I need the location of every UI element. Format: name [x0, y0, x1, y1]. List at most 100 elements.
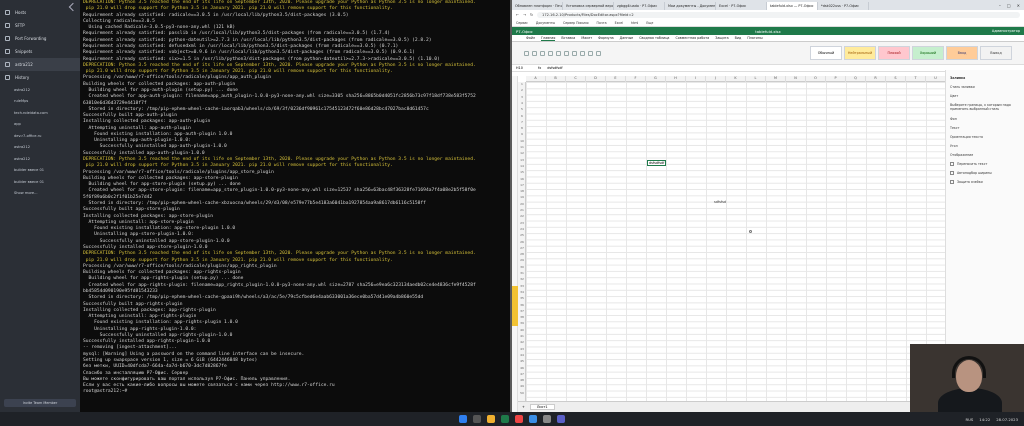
style-neutral[interactable]: Нейтральный: [844, 46, 876, 60]
bold-icon[interactable]: [540, 50, 545, 56]
row-header[interactable]: 49: [518, 384, 526, 388]
bookmark[interactable]: html: [631, 21, 638, 25]
row-header[interactable]: 2: [518, 88, 526, 92]
bookmark[interactable]: Почта: [597, 21, 607, 25]
row-header[interactable]: 1: [518, 82, 526, 86]
row-header[interactable]: 34: [518, 290, 526, 294]
sort-icon[interactable]: [596, 50, 601, 56]
row-header[interactable]: 41: [518, 334, 526, 338]
start-icon[interactable]: [459, 415, 467, 423]
sidebar-item-snippets[interactable]: Snippets: [0, 45, 80, 58]
row-header[interactable]: 22: [518, 214, 526, 218]
history-item[interactable]: tech.roleidata.com: [0, 107, 80, 119]
row-header[interactable]: 39: [518, 321, 526, 325]
sidebar-item-port-forwarding[interactable]: Port Forwarding: [0, 32, 80, 45]
row-header[interactable]: 21: [518, 208, 526, 212]
row-header[interactable]: 33: [518, 284, 526, 288]
protect-cell-option[interactable]: Защита ячейки: [950, 177, 1020, 186]
add-sheet-icon[interactable]: +: [522, 405, 525, 409]
tab-home[interactable]: Главная: [541, 36, 556, 41]
row-header[interactable]: 24: [518, 227, 526, 231]
sidebar-item-active-host[interactable]: astra212: [0, 58, 80, 71]
paste-icon[interactable]: [532, 50, 537, 56]
app-icon[interactable]: [543, 415, 551, 423]
bookmark[interactable]: Сервер Письмо: [563, 21, 589, 25]
url-input[interactable]: 172.16.2.10/Products/Files/DocEditor.asp…: [537, 11, 1020, 18]
row-header[interactable]: 16: [518, 177, 526, 181]
browser-tab[interactable]: Установка серверной верси: [563, 2, 614, 10]
history-item[interactable]: astra212: [0, 153, 80, 165]
row-header[interactable]: 35: [518, 296, 526, 300]
row-header[interactable]: 45: [518, 359, 526, 363]
row-header[interactable]: 10: [518, 139, 526, 143]
checkbox[interactable]: [950, 161, 954, 166]
italic-icon[interactable]: [548, 50, 553, 56]
browser-tab[interactable]: *dsk022uss · Р7-Офис: [818, 2, 869, 10]
row-header[interactable]: 31: [518, 271, 526, 275]
tab-data[interactable]: Данные: [620, 36, 634, 40]
clock-time[interactable]: 14:22: [979, 417, 990, 422]
browser-tab[interactable]: Мои документы - Документы: [665, 2, 716, 10]
tab-view[interactable]: Вид: [735, 36, 742, 40]
maximize-icon[interactable]: □: [1007, 3, 1011, 8]
style-input[interactable]: Ввод: [946, 46, 978, 60]
row-header[interactable]: 12: [518, 151, 526, 155]
cell-reference[interactable]: H10: [516, 66, 532, 70]
tab-pivot[interactable]: Сводная таблица: [639, 36, 669, 40]
history-item[interactable]: astra212: [0, 84, 80, 96]
row-header[interactable]: 26: [518, 240, 526, 244]
row-header[interactable]: 14: [518, 164, 526, 168]
row-header[interactable]: 11: [518, 145, 526, 149]
row-header[interactable]: 48: [518, 378, 526, 382]
wrap-text-option[interactable]: Переносить текст: [950, 159, 1020, 168]
row-header[interactable]: 6: [518, 114, 526, 118]
style-normal[interactable]: Обычный: [810, 46, 842, 60]
history-item[interactable]: app: [0, 119, 80, 131]
row-header[interactable]: 43: [518, 347, 526, 351]
tab-plugins[interactable]: Плагины: [747, 36, 762, 40]
tab-collaboration[interactable]: Совместная работа: [675, 36, 709, 40]
history-item[interactable]: astra212: [0, 142, 80, 154]
forward-icon[interactable]: →: [523, 13, 526, 17]
row-header[interactable]: 19: [518, 195, 526, 199]
history-item[interactable]: builder ввесе 01: [0, 176, 80, 188]
row-header[interactable]: 15: [518, 170, 526, 174]
row-header[interactable]: 50: [518, 391, 526, 395]
tab-file[interactable]: Файл: [526, 36, 535, 40]
show-more-link[interactable]: Show more...: [0, 188, 80, 200]
reload-icon[interactable]: ↻: [530, 13, 533, 17]
row-header[interactable]: 8: [518, 126, 526, 130]
sidebar-item-sftp[interactable]: SFTP: [0, 19, 80, 32]
sum-icon[interactable]: [588, 50, 593, 56]
history-item[interactable]: dev.r7-office.ru: [0, 130, 80, 142]
checkbox[interactable]: [950, 179, 954, 184]
copy-icon[interactable]: [524, 50, 529, 56]
search-icon[interactable]: [473, 415, 481, 423]
panel-item[interactable]: Текст: [950, 123, 1020, 132]
sidebar-item-hosts[interactable]: Hosts: [0, 6, 80, 19]
row-header[interactable]: 44: [518, 353, 526, 357]
row-header[interactable]: 7: [518, 120, 526, 124]
tab-formula[interactable]: Формула: [598, 36, 614, 40]
row-header[interactable]: 42: [518, 340, 526, 344]
r7-office-icon[interactable]: [501, 415, 509, 423]
checkbox[interactable]: [950, 170, 954, 175]
row-header[interactable]: 4: [518, 101, 526, 105]
history-item[interactable]: builder ввесе 01: [0, 165, 80, 177]
merge-icon[interactable]: [580, 50, 585, 56]
row-header[interactable]: 47: [518, 372, 526, 376]
clock-date[interactable]: 28.07.2023: [996, 417, 1018, 422]
style-bad[interactable]: Плохой: [878, 46, 910, 60]
bookmark[interactable]: Документы: [536, 21, 555, 25]
row-header[interactable]: 20: [518, 202, 526, 206]
bookmark[interactable]: Еще: [646, 21, 653, 25]
formula-input[interactable]: dsfsdfsdf: [547, 66, 562, 70]
panel-item[interactable]: Угол: [950, 141, 1020, 150]
spreadsheet-grid[interactable]: ABCDEFGHIJKLMNOPQRSTU 1 2 3 4 5 6 7 8 9 10 11 12 13 1…: [518, 76, 945, 401]
underline-icon[interactable]: [556, 50, 561, 56]
history-item[interactable]: ruleMps: [0, 96, 80, 108]
row-header[interactable]: 37: [518, 309, 526, 313]
row-header[interactable]: 38: [518, 315, 526, 319]
selected-cell[interactable]: dsfsdfsdf: [647, 160, 667, 166]
browser-tab[interactable]: zgbgg4iuado · Р7-Офис: [614, 2, 665, 10]
